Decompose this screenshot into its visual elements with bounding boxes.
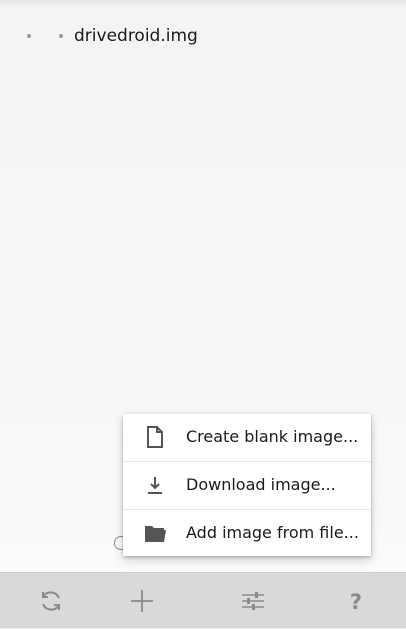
help-button[interactable]: ? xyxy=(305,573,406,629)
help-glyph: ? xyxy=(349,590,361,614)
list-item[interactable]: drivedroid.img xyxy=(0,18,406,54)
download-icon xyxy=(148,477,162,494)
plus-icon xyxy=(130,590,153,612)
menu-item-label: Download image... xyxy=(186,475,336,494)
create-blank-image-item[interactable]: Create blank image... xyxy=(123,414,371,461)
status-dot xyxy=(59,34,63,38)
download-image-item[interactable]: Download image... xyxy=(123,461,371,509)
menu-item-label: Create blank image... xyxy=(186,427,359,446)
add-image-menu: Create blank image... Download image... … xyxy=(123,414,371,556)
status-dot xyxy=(27,34,31,38)
menu-item-label: Add image from file... xyxy=(186,523,359,542)
preferences-button[interactable] xyxy=(202,573,303,629)
add-image-from-file-item[interactable]: Add image from file... xyxy=(123,509,371,557)
status-bar-shadow xyxy=(0,0,406,6)
bottom-toolbar: ? xyxy=(0,572,406,628)
image-name: drivedroid.img xyxy=(74,26,198,46)
help-icon: ? xyxy=(349,590,361,614)
refresh-button[interactable] xyxy=(0,573,101,629)
settings-sliders-icon xyxy=(241,592,264,610)
blank-file-icon xyxy=(147,426,163,448)
folder-icon xyxy=(145,526,166,542)
add-button[interactable] xyxy=(91,573,192,629)
refresh-icon xyxy=(41,591,60,611)
